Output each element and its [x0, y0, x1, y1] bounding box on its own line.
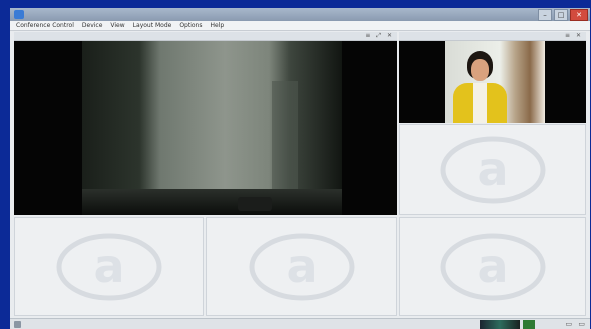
menu-device[interactable]: Device: [82, 21, 103, 30]
menu-options[interactable]: Options: [179, 21, 202, 30]
close-button[interactable]: ✕: [570, 9, 588, 21]
status-icon[interactable]: [14, 321, 21, 328]
svg-text:a: a: [477, 142, 508, 196]
signal-indicator: [523, 320, 535, 329]
menu-conference-control[interactable]: Conference Control: [16, 21, 74, 30]
menu-layout-mode[interactable]: Layout Mode: [133, 21, 172, 30]
chair-shape: [238, 197, 272, 211]
title-bar[interactable]: – □ ✕: [10, 8, 590, 21]
menu-view[interactable]: View: [110, 21, 124, 30]
minimize-button[interactable]: –: [538, 9, 552, 21]
at-logo-icon: a: [438, 232, 548, 302]
right-video-header: ≡ ✕: [399, 32, 586, 41]
svg-text:a: a: [93, 239, 124, 293]
status-bar: ▭ ▭: [10, 318, 590, 329]
at-logo-icon: a: [438, 135, 548, 205]
conference-app-window: – □ ✕ Conference Control Device View Lay…: [10, 8, 590, 329]
door-shape: [272, 81, 298, 189]
empty-video-tile[interactable]: a: [14, 217, 204, 316]
participant-video-feed[interactable]: [399, 41, 586, 123]
main-video-controls[interactable]: ≡ ⤢ ✕: [365, 32, 394, 40]
app-icon: [14, 10, 24, 19]
participant-person: [451, 51, 509, 123]
empty-video-tile[interactable]: a: [399, 217, 586, 316]
self-preview-thumbnail[interactable]: [480, 320, 520, 329]
main-video-feed[interactable]: [14, 41, 397, 215]
menu-help[interactable]: Help: [210, 21, 224, 30]
menu-bar: Conference Control Device View Layout Mo…: [10, 21, 590, 31]
empty-video-tile[interactable]: a: [399, 124, 586, 215]
svg-text:a: a: [477, 239, 508, 293]
participant-camera-image: [445, 41, 545, 123]
maximize-button[interactable]: □: [554, 9, 568, 21]
empty-video-tile[interactable]: a: [206, 217, 397, 316]
floor-shape: [82, 189, 342, 215]
room-camera-image: [82, 41, 342, 215]
statusbar-buttons[interactable]: ▭ ▭: [566, 320, 587, 328]
at-logo-icon: a: [54, 232, 164, 302]
at-logo-icon: a: [247, 232, 357, 302]
main-video-header: ≡ ⤢ ✕: [14, 32, 397, 41]
right-video-controls[interactable]: ≡ ✕: [565, 32, 583, 40]
window-controls: – □ ✕: [538, 9, 588, 21]
svg-text:a: a: [286, 239, 317, 293]
